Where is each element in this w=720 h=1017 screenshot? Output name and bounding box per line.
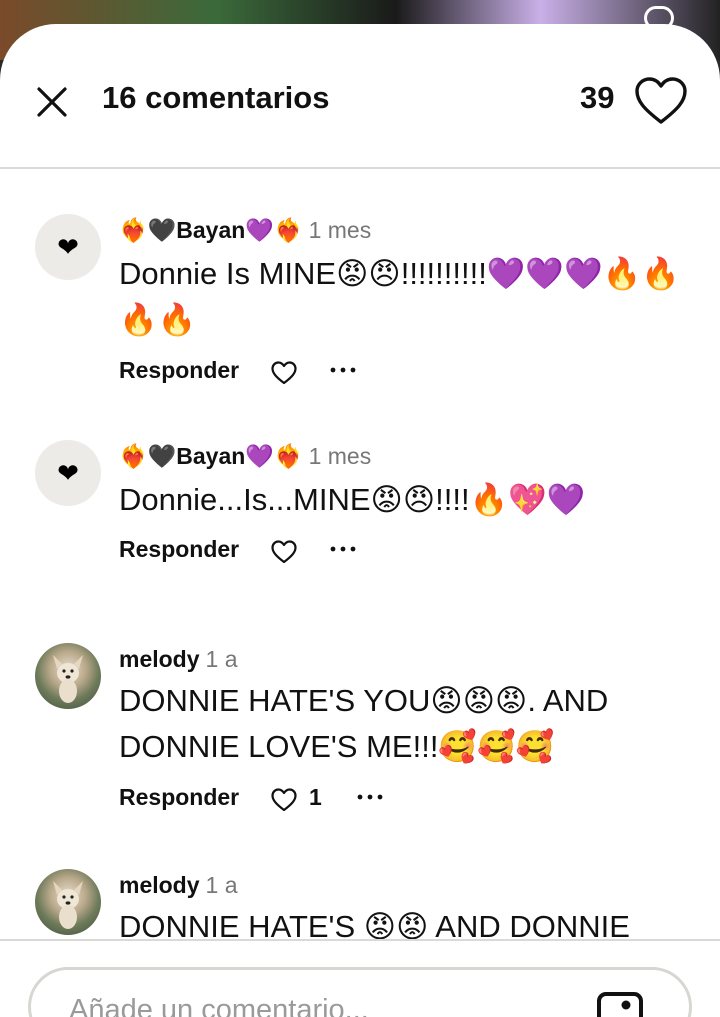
comment-time: 1 mes: [308, 217, 372, 243]
comment-time: 1 a: [205, 646, 238, 672]
comment-username[interactable]: melody: [119, 872, 200, 898]
reply-button[interactable]: Responder: [119, 784, 239, 811]
comment-input[interactable]: Añade un comentario...: [28, 967, 692, 1017]
avatar[interactable]: [35, 643, 101, 709]
more-options-icon[interactable]: [330, 367, 356, 373]
comment-text: Donnie Is MINE😡😠!!!!!!!!!!💜💜💜🔥🔥🔥🔥: [119, 256, 680, 337]
comment-composer: Añade un comentario...: [0, 939, 720, 1017]
comments-sheet: 16 comentarios 39 ❤ ❤️‍🔥🖤Bayan💜❤️‍🔥 1 mes…: [0, 24, 720, 1017]
reply-button[interactable]: Responder: [119, 357, 239, 384]
comment-time: 1 a: [205, 872, 238, 898]
like-icon[interactable]: [270, 539, 298, 565]
avatar[interactable]: [35, 869, 101, 935]
dog-photo-icon: [53, 881, 83, 929]
like-icon[interactable]: [270, 787, 298, 813]
likes-count: 39: [580, 80, 615, 115]
comments-list[interactable]: ❤ ❤️‍🔥🖤Bayan💜❤️‍🔥 1 mes Donnie Is MINE😡😠!…: [0, 169, 720, 939]
close-icon[interactable]: [34, 84, 70, 120]
heart-avatar-icon: ❤: [57, 231, 79, 262]
avatar[interactable]: ❤: [35, 440, 101, 506]
comment-text: DONNIE HATE'S 😡😡 AND DONNIE LOVE'S ME!🥰🥰…: [119, 909, 630, 939]
more-options-icon[interactable]: [357, 794, 383, 800]
comment-time: 1 mes: [308, 443, 372, 469]
image-icon[interactable]: [596, 991, 644, 1017]
comment-meta: ❤️‍🔥🖤Bayan💜❤️‍🔥 1 mes: [119, 217, 371, 244]
comments-header: 16 comentarios 39: [0, 24, 720, 169]
comment-meta: melody 1 a: [119, 646, 238, 673]
comment-meta: melody 1 a: [119, 872, 238, 899]
avatar[interactable]: ❤: [35, 214, 101, 280]
heart-icon[interactable]: [634, 76, 688, 126]
heart-avatar-icon: ❤: [57, 457, 79, 488]
comment-username[interactable]: ❤️‍🔥🖤Bayan💜❤️‍🔥: [119, 443, 303, 469]
comment-text: Donnie...Is...MINE😡😠!!!!🔥💖💜: [119, 482, 586, 517]
like-icon[interactable]: [270, 360, 298, 386]
comments-title: 16 comentarios: [102, 80, 330, 115]
reply-button[interactable]: Responder: [119, 536, 239, 563]
dog-photo-icon: [53, 655, 83, 703]
comment-meta: ❤️‍🔥🖤Bayan💜❤️‍🔥 1 mes: [119, 443, 371, 470]
comment-username[interactable]: ❤️‍🔥🖤Bayan💜❤️‍🔥: [119, 217, 303, 243]
like-count: 1: [309, 784, 322, 810]
more-options-icon[interactable]: [330, 546, 356, 552]
comment-username[interactable]: melody: [119, 646, 200, 672]
comment-text: DONNIE HATE'S YOU😡😡😡. AND DONNIE LOVE'S …: [119, 683, 609, 764]
